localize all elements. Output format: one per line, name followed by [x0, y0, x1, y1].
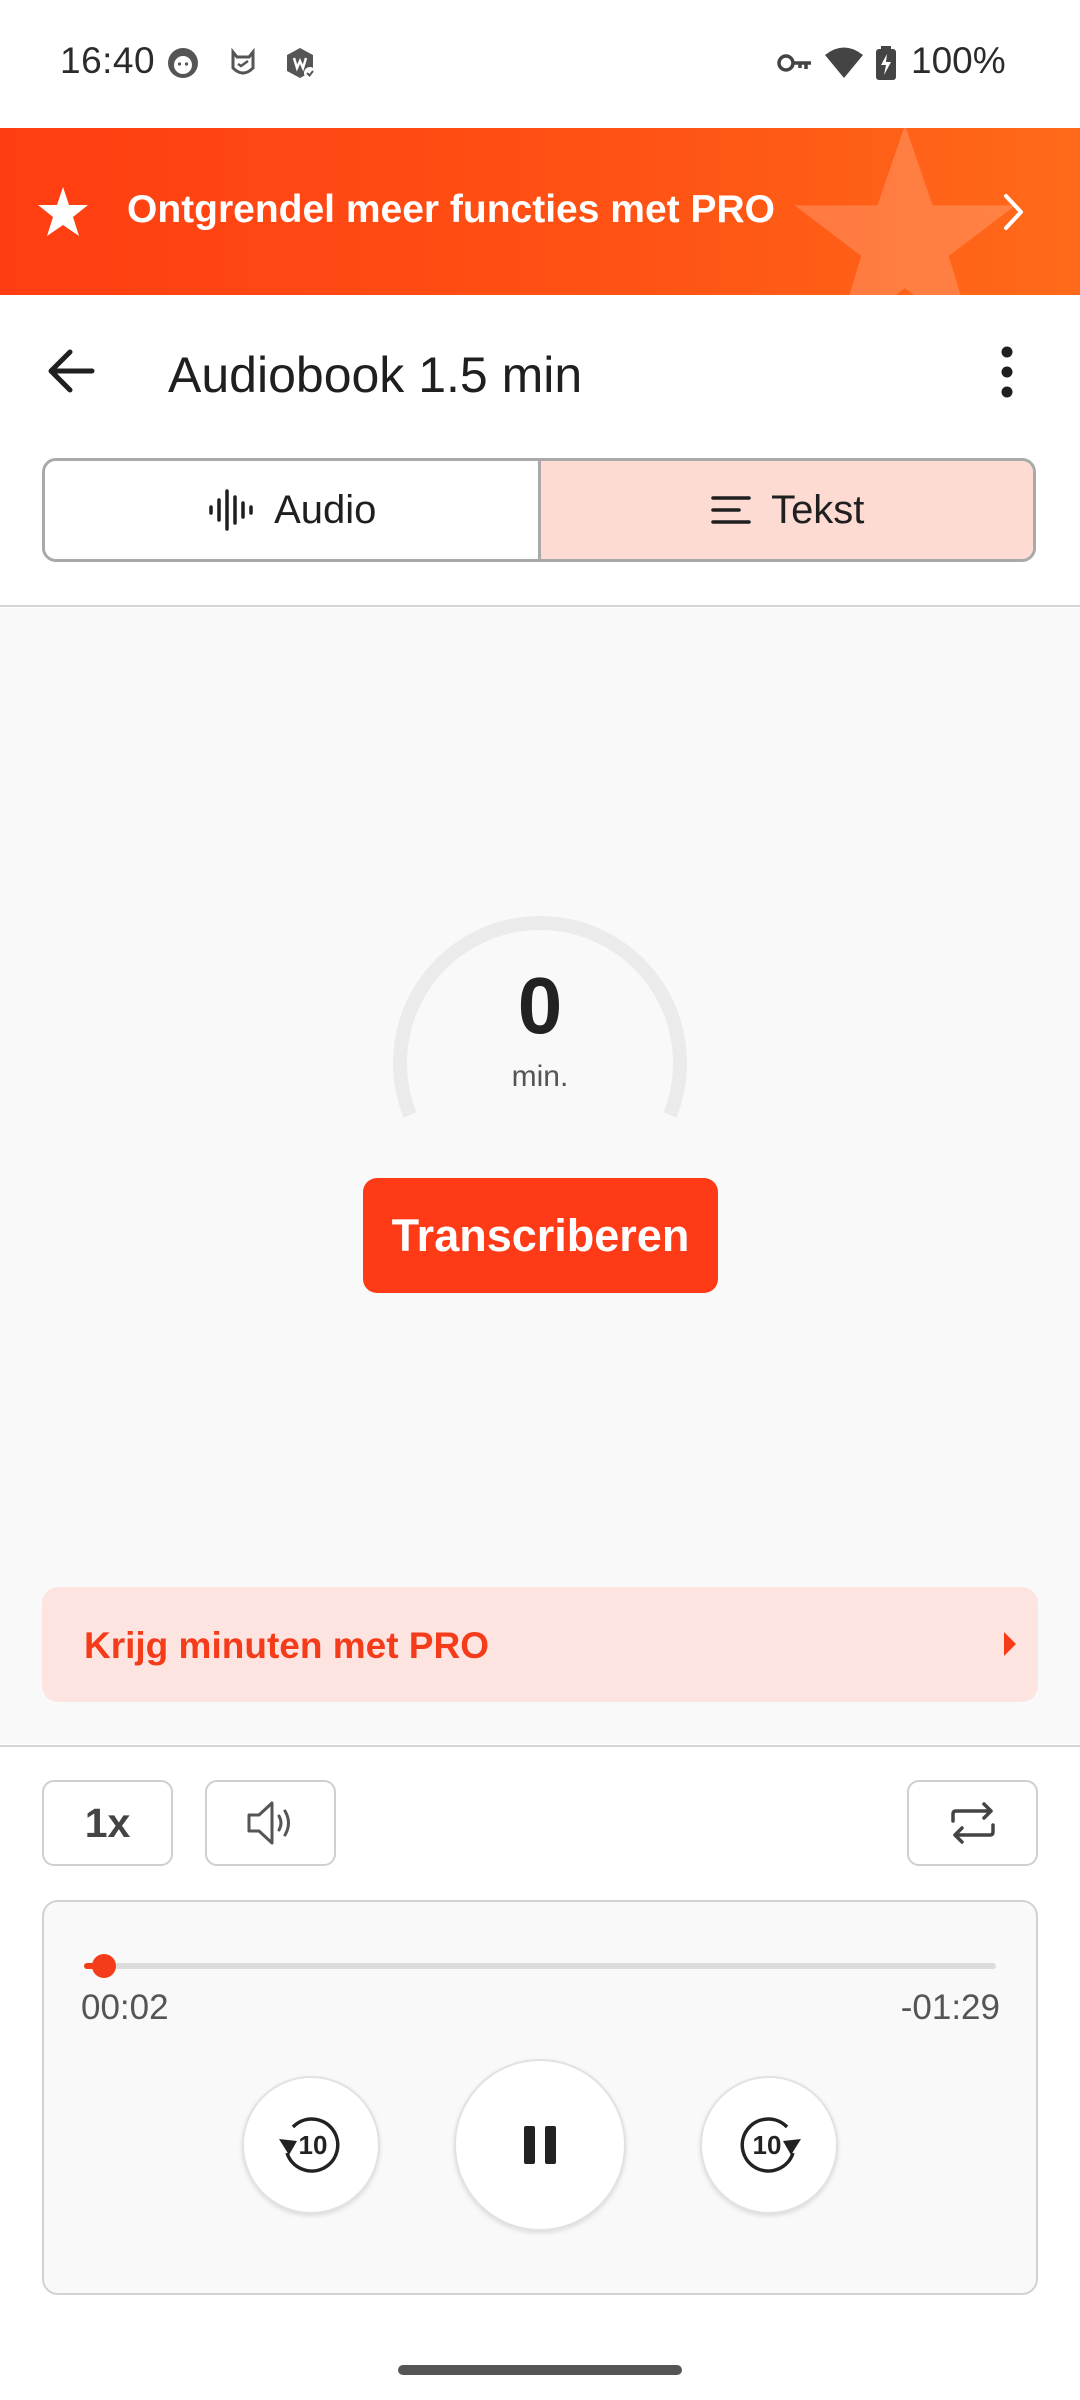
mi-icon	[231, 47, 255, 75]
pro-bar-text: Krijg minuten met PRO	[84, 1625, 489, 1666]
playback-speed-button[interactable]: 1x	[42, 1780, 173, 1866]
rewind-seconds: 10	[299, 2130, 328, 2160]
volume-button[interactable]	[205, 1780, 336, 1866]
get-minutes-pro-bar[interactable]: Krijg minuten met PRO	[42, 1587, 1038, 1702]
star-icon	[38, 187, 88, 236]
status-time: 16:40	[60, 40, 156, 81]
tab-tekst-label: Tekst	[771, 487, 865, 532]
text-lines-icon	[711, 496, 751, 524]
forward-10-button[interactable]: 10	[700, 2076, 838, 2214]
app-badge-icon	[287, 48, 316, 79]
more-options-icon[interactable]	[982, 340, 1032, 404]
back-arrow-icon[interactable]	[40, 338, 106, 404]
home-indicator[interactable]	[398, 2365, 682, 2375]
repeat-icon	[950, 1802, 995, 1844]
battery-percentage: 100%	[911, 40, 1006, 81]
current-time: 00:02	[81, 1988, 169, 2027]
chevron-right-icon	[1004, 194, 1023, 230]
forward-seconds: 10	[753, 2130, 782, 2160]
minutes-unit: min.	[511, 1060, 569, 1093]
pause-button[interactable]	[454, 2059, 626, 2231]
background-star-icon	[794, 128, 1016, 295]
promo-text: Ontgrendel meer functies met PRO	[127, 188, 775, 231]
view-tabs: Audio Tekst	[42, 458, 1036, 562]
divider	[0, 1745, 1080, 1747]
vpn-key-icon	[777, 54, 811, 72]
repeat-button[interactable]	[907, 1780, 1038, 1866]
battery-charging-icon	[876, 46, 896, 80]
divider	[0, 605, 1080, 607]
pause-icon	[524, 2126, 556, 2164]
status-bar: 16:40 100%	[0, 0, 1080, 128]
page-title: Audiobook 1.5 min	[168, 347, 583, 403]
rewind-icon: 10	[279, 2117, 340, 2173]
tab-audio[interactable]: Audio	[45, 461, 541, 559]
pro-upgrade-banner[interactable]: Ontgrendel meer functies met PRO	[0, 128, 1080, 295]
seek-bar-track[interactable]	[84, 1963, 996, 1969]
minutes-value: 0	[517, 961, 563, 1050]
playback-speed-label: 1x	[84, 1799, 131, 1846]
transcribe-button[interactable]: Transcriberen	[363, 1178, 718, 1293]
seek-bar-thumb[interactable]	[92, 1954, 117, 1978]
rewind-10-button[interactable]: 10	[242, 2076, 380, 2214]
wifi-icon	[825, 47, 863, 78]
cat-face-icon	[168, 48, 198, 78]
tab-tekst[interactable]: Tekst	[540, 461, 1033, 559]
waveform-icon	[209, 489, 253, 531]
forward-icon: 10	[740, 2117, 801, 2173]
speaker-icon	[247, 1801, 290, 1845]
tab-audio-label: Audio	[274, 487, 377, 532]
caret-right-icon	[1004, 1632, 1016, 1656]
transcription-panel	[0, 608, 1080, 1744]
remaining-time: -01:29	[900, 1988, 1000, 2027]
